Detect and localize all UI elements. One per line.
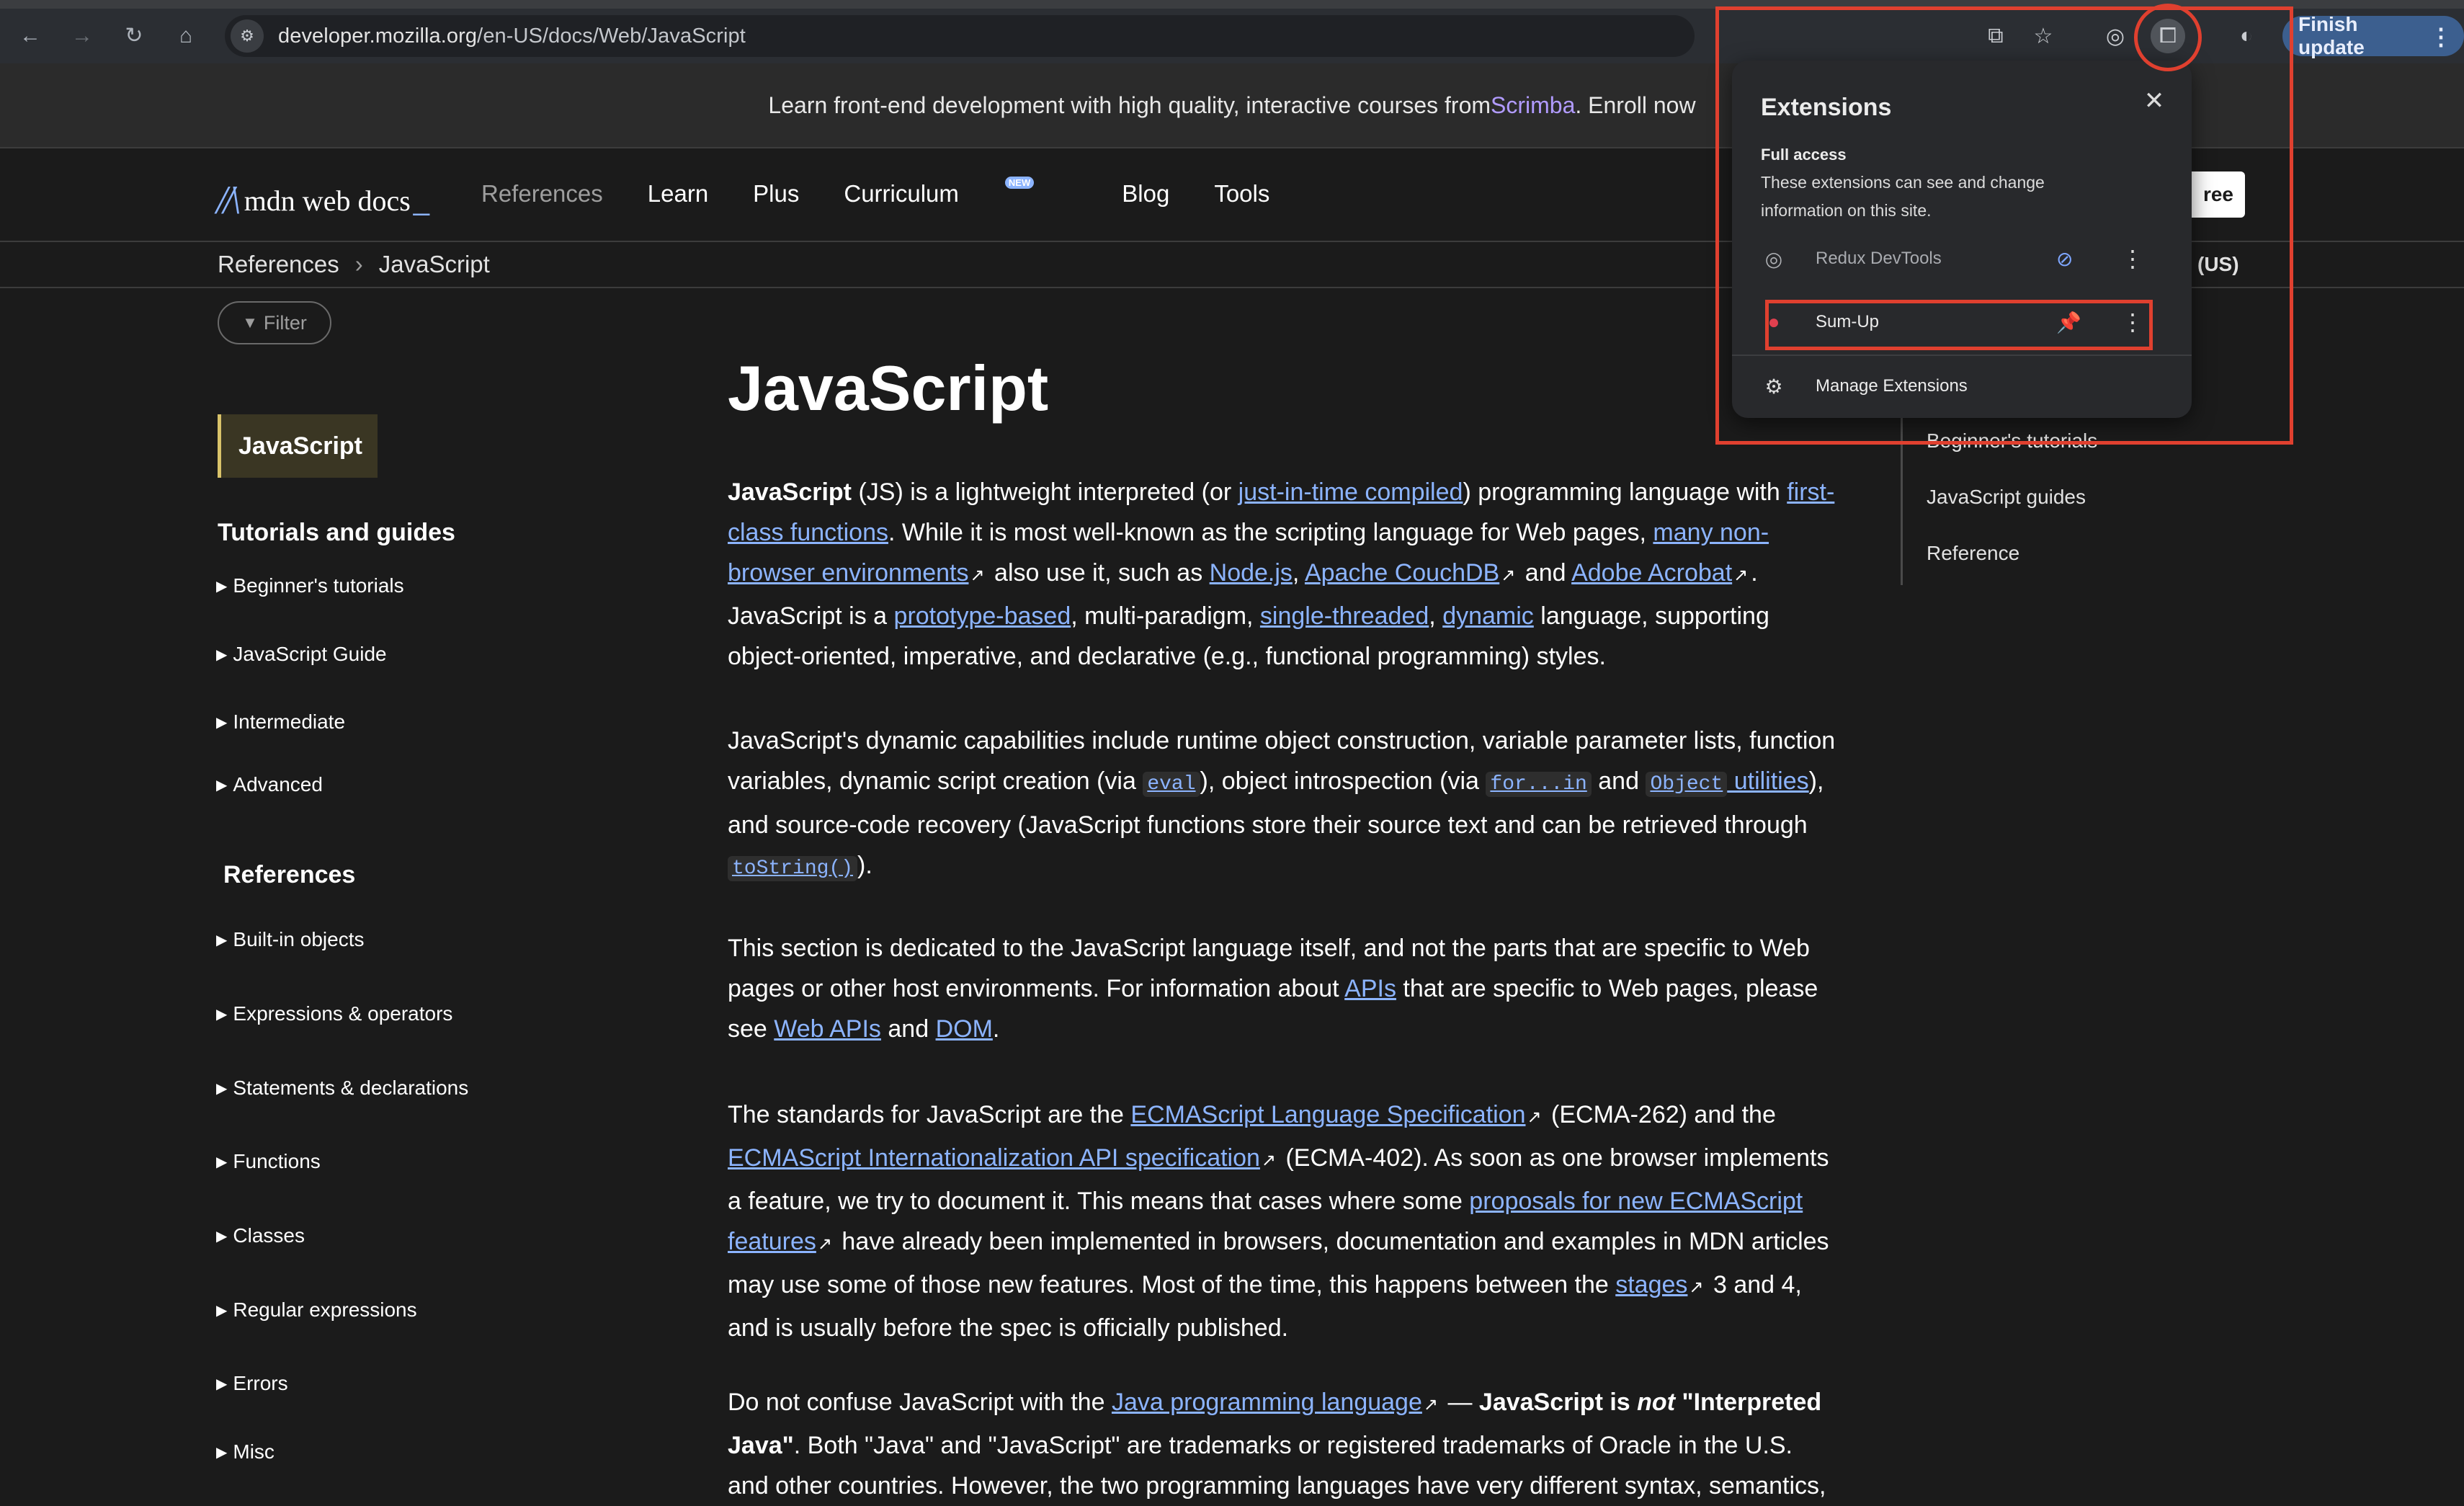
- forward-icon[interactable]: →: [68, 22, 97, 50]
- finish-update-button[interactable]: Finish update ⋮: [2282, 13, 2464, 58]
- sidebar-item-regular-expressions[interactable]: ▶ Regular expressions: [216, 1298, 417, 1322]
- link-apache-couchdb[interactable]: Apache CouchDB: [1305, 559, 1499, 587]
- banner-enroll-text[interactable]: . Enroll now: [1575, 92, 1695, 119]
- disclosure-triangle-icon: ▶: [216, 1376, 228, 1392]
- external-link-icon: ↗: [1527, 1108, 1542, 1127]
- sidebar-item-expressions-operators[interactable]: ▶ Expressions & operators: [216, 1002, 452, 1025]
- external-link-icon: ↗: [1689, 1278, 1704, 1297]
- link-prototype-based[interactable]: prototype-based: [894, 602, 1071, 630]
- nav-blog[interactable]: Blog: [1122, 180, 1169, 208]
- sidebar-item-javascript-guide[interactable]: ▶ JavaScript Guide: [216, 643, 387, 666]
- mdn-logo[interactable]: //\ mdn web docs _: [216, 177, 429, 223]
- reload-icon[interactable]: ↻: [120, 22, 148, 50]
- code-eval[interactable]: eval: [1143, 772, 1200, 797]
- sidebar-heading-tutorials: Tutorials and guides: [218, 519, 455, 546]
- disclosure-triangle-icon: ▶: [216, 1302, 228, 1319]
- disclosure-triangle-icon: ▶: [216, 1080, 228, 1097]
- nav-tools[interactable]: Tools: [1214, 180, 1269, 208]
- toc-reference[interactable]: Reference: [1927, 542, 2019, 565]
- site-info-icon[interactable]: ⚙: [231, 19, 264, 53]
- new-badge: NEW: [1004, 177, 1035, 189]
- link-single-threaded[interactable]: single-threaded: [1260, 602, 1429, 630]
- main-nav: References Learn Plus Curriculum NEW Blog…: [481, 177, 1314, 208]
- external-link-icon: ↗: [1501, 566, 1516, 585]
- sidebar-item-built-in-objects[interactable]: ▶ Built-in objects: [216, 928, 364, 951]
- link-java-language[interactable]: Java programming language: [1112, 1389, 1422, 1416]
- sidebar-item-intermediate[interactable]: ▶ Intermediate: [216, 710, 345, 734]
- annotation-box-sum-up: [1765, 300, 2153, 350]
- sidebar-item-beginners-tutorials[interactable]: ▶ Beginner's tutorials: [216, 574, 404, 597]
- scrimba-link[interactable]: Scrimba: [1491, 92, 1575, 119]
- browser-menu-icon[interactable]: ⋮: [2429, 23, 2452, 50]
- article-paragraph-4: The standards for JavaScript are the ECM…: [728, 1101, 1829, 1342]
- external-link-icon: ↗: [1423, 1395, 1438, 1414]
- link-stages[interactable]: stages: [1615, 1271, 1687, 1298]
- annotation-circle-extensions-button: [2134, 4, 2202, 71]
- article-paragraph-5: Do not confuse JavaScript with the Java …: [728, 1389, 1826, 1500]
- sidebar-item-statements-declarations[interactable]: ▶ Statements & declarations: [216, 1077, 468, 1100]
- url-text[interactable]: developer.mozilla.org/en-US/docs/Web/Jav…: [278, 24, 746, 48]
- sidebar-item-advanced[interactable]: ▶ Advanced: [216, 773, 323, 796]
- sidebar-item-classes[interactable]: ▶ Classes: [216, 1224, 305, 1247]
- disclosure-triangle-icon: ▶: [216, 578, 228, 594]
- article-paragraph-2: JavaScript's dynamic capabilities includ…: [728, 727, 1836, 881]
- article-paragraph-3: This section is dedicated to the JavaScr…: [728, 935, 1818, 1043]
- link-web-apis[interactable]: Web APIs: [774, 1015, 881, 1043]
- annotation-box-extensions: [1715, 6, 2293, 445]
- code-tostring[interactable]: toString(): [728, 856, 858, 881]
- disclosure-triangle-icon: ▶: [216, 1444, 228, 1461]
- toc-javascript-guides[interactable]: JavaScript guides: [1927, 486, 2086, 509]
- link-ecmascript-spec[interactable]: ECMAScript Language Specification: [1130, 1101, 1525, 1128]
- filter-icon: ▼: [242, 313, 258, 331]
- link-adobe-acrobat[interactable]: Adobe Acrobat: [1571, 559, 1732, 587]
- mdn-logo-icon: //\: [216, 178, 241, 223]
- sidebar-heading-references: References: [223, 861, 356, 888]
- link-jit-compiled[interactable]: just-in-time compiled: [1238, 478, 1463, 506]
- sidebar-filter-button[interactable]: ▼ Filter: [218, 301, 331, 344]
- link-nodejs[interactable]: Node.js: [1210, 559, 1293, 587]
- sidebar-item-misc[interactable]: ▶ Misc: [216, 1440, 274, 1463]
- external-link-icon: ↗: [970, 566, 985, 585]
- sidebar-item-errors[interactable]: ▶ Errors: [216, 1372, 288, 1395]
- disclosure-triangle-icon: ▶: [216, 932, 228, 948]
- disclosure-triangle-icon: ▶: [216, 714, 228, 731]
- link-apis[interactable]: APIs: [1344, 975, 1396, 1002]
- nav-references[interactable]: References: [481, 180, 603, 208]
- sidebar-item-functions[interactable]: ▶ Functions: [216, 1150, 321, 1173]
- link-dom[interactable]: DOM: [936, 1015, 993, 1043]
- code-for-in[interactable]: for...in: [1486, 772, 1592, 797]
- chevron-right-icon: ›: [354, 251, 363, 277]
- back-icon[interactable]: ←: [16, 22, 45, 50]
- link-ecmascript-intl-spec[interactable]: ECMAScript Internationalization API spec…: [728, 1144, 1260, 1172]
- address-bar[interactable]: ⚙ developer.mozilla.org/en-US/docs/Web/J…: [225, 15, 1695, 57]
- nav-curriculum[interactable]: Curriculum NEW: [844, 177, 1077, 208]
- breadcrumb-references[interactable]: References: [218, 251, 339, 278]
- nav-learn[interactable]: Learn: [648, 180, 708, 208]
- disclosure-triangle-icon: ▶: [216, 646, 228, 663]
- breadcrumb-javascript[interactable]: JavaScript: [379, 251, 490, 278]
- article-paragraph-1: JavaScript (JS) is a lightweight interpr…: [728, 478, 1835, 670]
- external-link-icon: ↗: [1261, 1151, 1277, 1170]
- home-icon[interactable]: ⌂: [171, 22, 200, 50]
- breadcrumb: References › JavaScript: [218, 251, 490, 278]
- link-object-utilities[interactable]: utilities: [1727, 767, 1809, 795]
- nav-plus[interactable]: Plus: [753, 180, 799, 208]
- sidebar-current-page[interactable]: JavaScript: [218, 414, 378, 478]
- external-link-icon: ↗: [1733, 566, 1749, 585]
- page-title: JavaScript: [728, 352, 1049, 424]
- external-link-icon: ↗: [817, 1234, 832, 1254]
- code-object[interactable]: Object: [1646, 772, 1728, 797]
- disclosure-triangle-icon: ▶: [216, 1006, 228, 1022]
- disclosure-triangle-icon: ▶: [216, 1228, 228, 1244]
- disclosure-triangle-icon: ▶: [216, 1154, 228, 1170]
- disclosure-triangle-icon: ▶: [216, 777, 228, 793]
- banner-text: Learn front-end development with high qu…: [768, 92, 1491, 118]
- link-dynamic[interactable]: dynamic: [1442, 602, 1534, 630]
